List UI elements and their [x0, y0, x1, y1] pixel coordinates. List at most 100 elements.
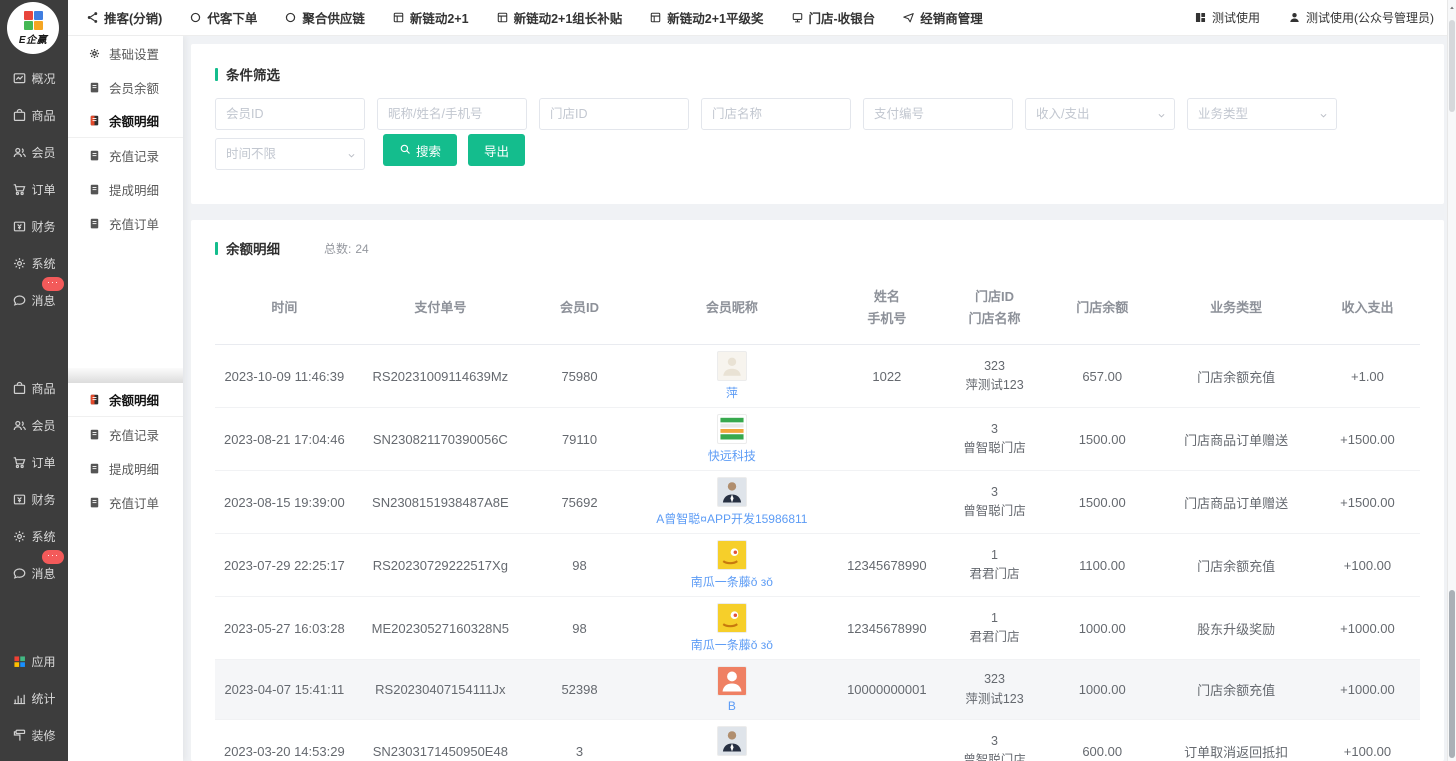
grid-icon — [1194, 11, 1207, 24]
store-name-input[interactable] — [701, 98, 851, 130]
sidebar-item[interactable]: 统计 — [0, 680, 68, 717]
order-icon — [12, 455, 27, 470]
business-type-cell: 门店余额充值 — [1157, 367, 1315, 386]
sidebar-item[interactable]: 财务 — [0, 481, 68, 518]
sidebar-item-label: 消息 — [31, 292, 55, 309]
top-nav-item[interactable]: 经销商管理 — [902, 8, 983, 27]
sidebar-item[interactable]: 会员 — [0, 134, 68, 171]
sidebar-item[interactable]: 消息 ··· — [0, 555, 68, 592]
store-name-text: 萍测试123 — [942, 690, 1047, 709]
member-nickname-link[interactable]: 南瓜一条藤ǒ зǒ — [691, 636, 773, 653]
sidebar-item[interactable]: 概况 — [0, 60, 68, 97]
member-nickname-link[interactable]: B — [728, 699, 736, 713]
avatar[interactable] — [717, 477, 747, 507]
sidebar-item[interactable]: 会员 — [0, 407, 68, 444]
store-id-input[interactable] — [539, 98, 689, 130]
submenu-item[interactable]: 余额明细 — [68, 104, 183, 138]
sidebar-item[interactable]: 商品 — [0, 370, 68, 407]
apps-icon — [12, 654, 27, 669]
store-cell: 3 曾智聪门店 — [942, 732, 1047, 761]
nickname-cell: 萍 — [632, 345, 832, 407]
time-range-select[interactable] — [215, 138, 365, 170]
avatar[interactable] — [717, 726, 747, 756]
nickname-name-phone-input[interactable] — [377, 98, 527, 130]
member-id-cell: 52398 — [527, 682, 632, 697]
sidebar-item-label: 装修 — [31, 727, 55, 744]
export-button[interactable]: 导出 — [468, 134, 525, 166]
table-body: 2023-10-09 11:46:39 RS20231009114639Mz 7… — [215, 345, 1420, 761]
app-logo[interactable]: E企赢 — [7, 2, 59, 54]
page-scrollbar[interactable] — [1447, 0, 1456, 761]
doc-icon — [88, 183, 101, 196]
member-nickname-link[interactable]: 南瓜一条藤ǒ зǒ — [691, 573, 773, 590]
table-row: 2023-07-29 22:25:17 RS20230729222517Xg 9… — [215, 534, 1420, 597]
avatar[interactable] — [717, 414, 747, 444]
time-cell: 2023-08-15 19:39:00 — [215, 495, 354, 510]
sidebar-item[interactable]: 订单 — [0, 171, 68, 208]
topbar-account-item[interactable]: 测试使用 — [1194, 9, 1260, 26]
form-icon — [392, 11, 405, 24]
time-cell: 2023-05-27 16:03:28 — [215, 621, 354, 636]
table-row: 2023-04-07 15:41:11 RS20230407154111Jx 5… — [215, 660, 1420, 720]
top-nav-item[interactable]: 新链动2+1平级奖 — [649, 8, 763, 27]
income-expense-cell: +1.00 — [1315, 369, 1420, 384]
scrollbar-up-arrow[interactable] — [1448, 0, 1456, 15]
sidebar-item[interactable]: 应用 — [0, 643, 68, 680]
submenu-item[interactable]: 充值记录 — [68, 138, 183, 172]
sidebar-item[interactable]: 装修 — [0, 717, 68, 754]
column-header: 姓名 手机号 — [832, 286, 942, 330]
store-id-text: 1 — [942, 609, 1047, 628]
name-phone-cell: 12345678990 — [832, 621, 942, 636]
sidebar-item[interactable]: 财务 — [0, 208, 68, 245]
store-balance-cell: 1500.00 — [1047, 495, 1157, 510]
table-row: 2023-08-15 19:39:00 SN2308151938487A8E 7… — [215, 471, 1420, 534]
member-nickname-link[interactable]: A曾智聪¤APP开发15986811 — [656, 510, 807, 527]
top-nav-item[interactable]: 新链动2+1 — [392, 8, 469, 27]
member-nickname-link[interactable]: 快远科技 — [708, 447, 756, 464]
business-type-cell: 门店余额充值 — [1157, 556, 1315, 575]
table-row: 2023-03-20 14:53:29 SN2303171450950E48 3… — [215, 720, 1420, 761]
sidebar-item[interactable]: 消息 ··· — [0, 282, 68, 319]
submenu-item[interactable]: 基础设置 — [68, 36, 183, 70]
store-name-text: 曾智聪门店 — [942, 502, 1047, 521]
payment-no-input[interactable] — [863, 98, 1013, 130]
store-balance-cell: 600.00 — [1047, 744, 1157, 759]
store-id-text: 3 — [942, 732, 1047, 751]
business-type-cell: 门店商品订单赠送 — [1157, 430, 1315, 449]
avatar[interactable] — [717, 666, 747, 696]
member-nickname-link[interactable]: 萍 — [726, 384, 738, 401]
sidebar-item[interactable]: 订单 — [0, 444, 68, 481]
top-nav-item[interactable]: 代客下单 — [189, 8, 257, 27]
search-button[interactable]: 搜索 — [383, 134, 457, 166]
income-expense-select[interactable] — [1025, 98, 1175, 130]
submenu-item[interactable]: 余额明细 — [68, 383, 183, 417]
business-type-select[interactable] — [1187, 98, 1337, 130]
income-expense-cell: +1500.00 — [1315, 432, 1420, 447]
avatar[interactable] — [717, 603, 747, 633]
top-nav-item[interactable]: 门店-收银台 — [791, 8, 876, 27]
member-icon — [12, 145, 27, 160]
avatar[interactable] — [717, 351, 747, 381]
submenu-item[interactable]: 充值订单 — [68, 485, 183, 519]
sidebar-item[interactable]: 商品 — [0, 97, 68, 134]
submenu-item[interactable]: 充值记录 — [68, 417, 183, 451]
top-nav-item[interactable]: 聚合供应链 — [284, 8, 365, 27]
member-id-input[interactable] — [215, 98, 365, 130]
total-value: 24 — [355, 242, 368, 256]
top-nav-item[interactable]: 新链动2+1组长补贴 — [496, 8, 623, 27]
store-name-text: 萍测试123 — [942, 376, 1047, 395]
topbar-account-item[interactable]: 测试使用(公众号管理员) — [1288, 9, 1434, 26]
submenu-item[interactable]: 提成明细 — [68, 451, 183, 485]
table-header-row: 时间 支付单号 会员ID 会员昵称 姓名 手机号 门店ID 门店名称 门店余额 … — [215, 276, 1420, 345]
submenu-item[interactable]: 会员余额 — [68, 70, 183, 104]
avatar[interactable] — [717, 540, 747, 570]
system-icon — [12, 256, 27, 271]
submenu-item[interactable]: 充值订单 — [68, 206, 183, 240]
top-nav-item[interactable]: 推客(分销) — [86, 8, 162, 27]
submenu-item[interactable]: 提成明细 — [68, 172, 183, 206]
scrollbar-thumb[interactable] — [1449, 20, 1455, 112]
scrollbar-thumb[interactable] — [1449, 590, 1455, 758]
message-icon — [12, 566, 27, 581]
doc-icon — [88, 462, 101, 475]
sidebar-item-label: 财务 — [31, 218, 55, 235]
